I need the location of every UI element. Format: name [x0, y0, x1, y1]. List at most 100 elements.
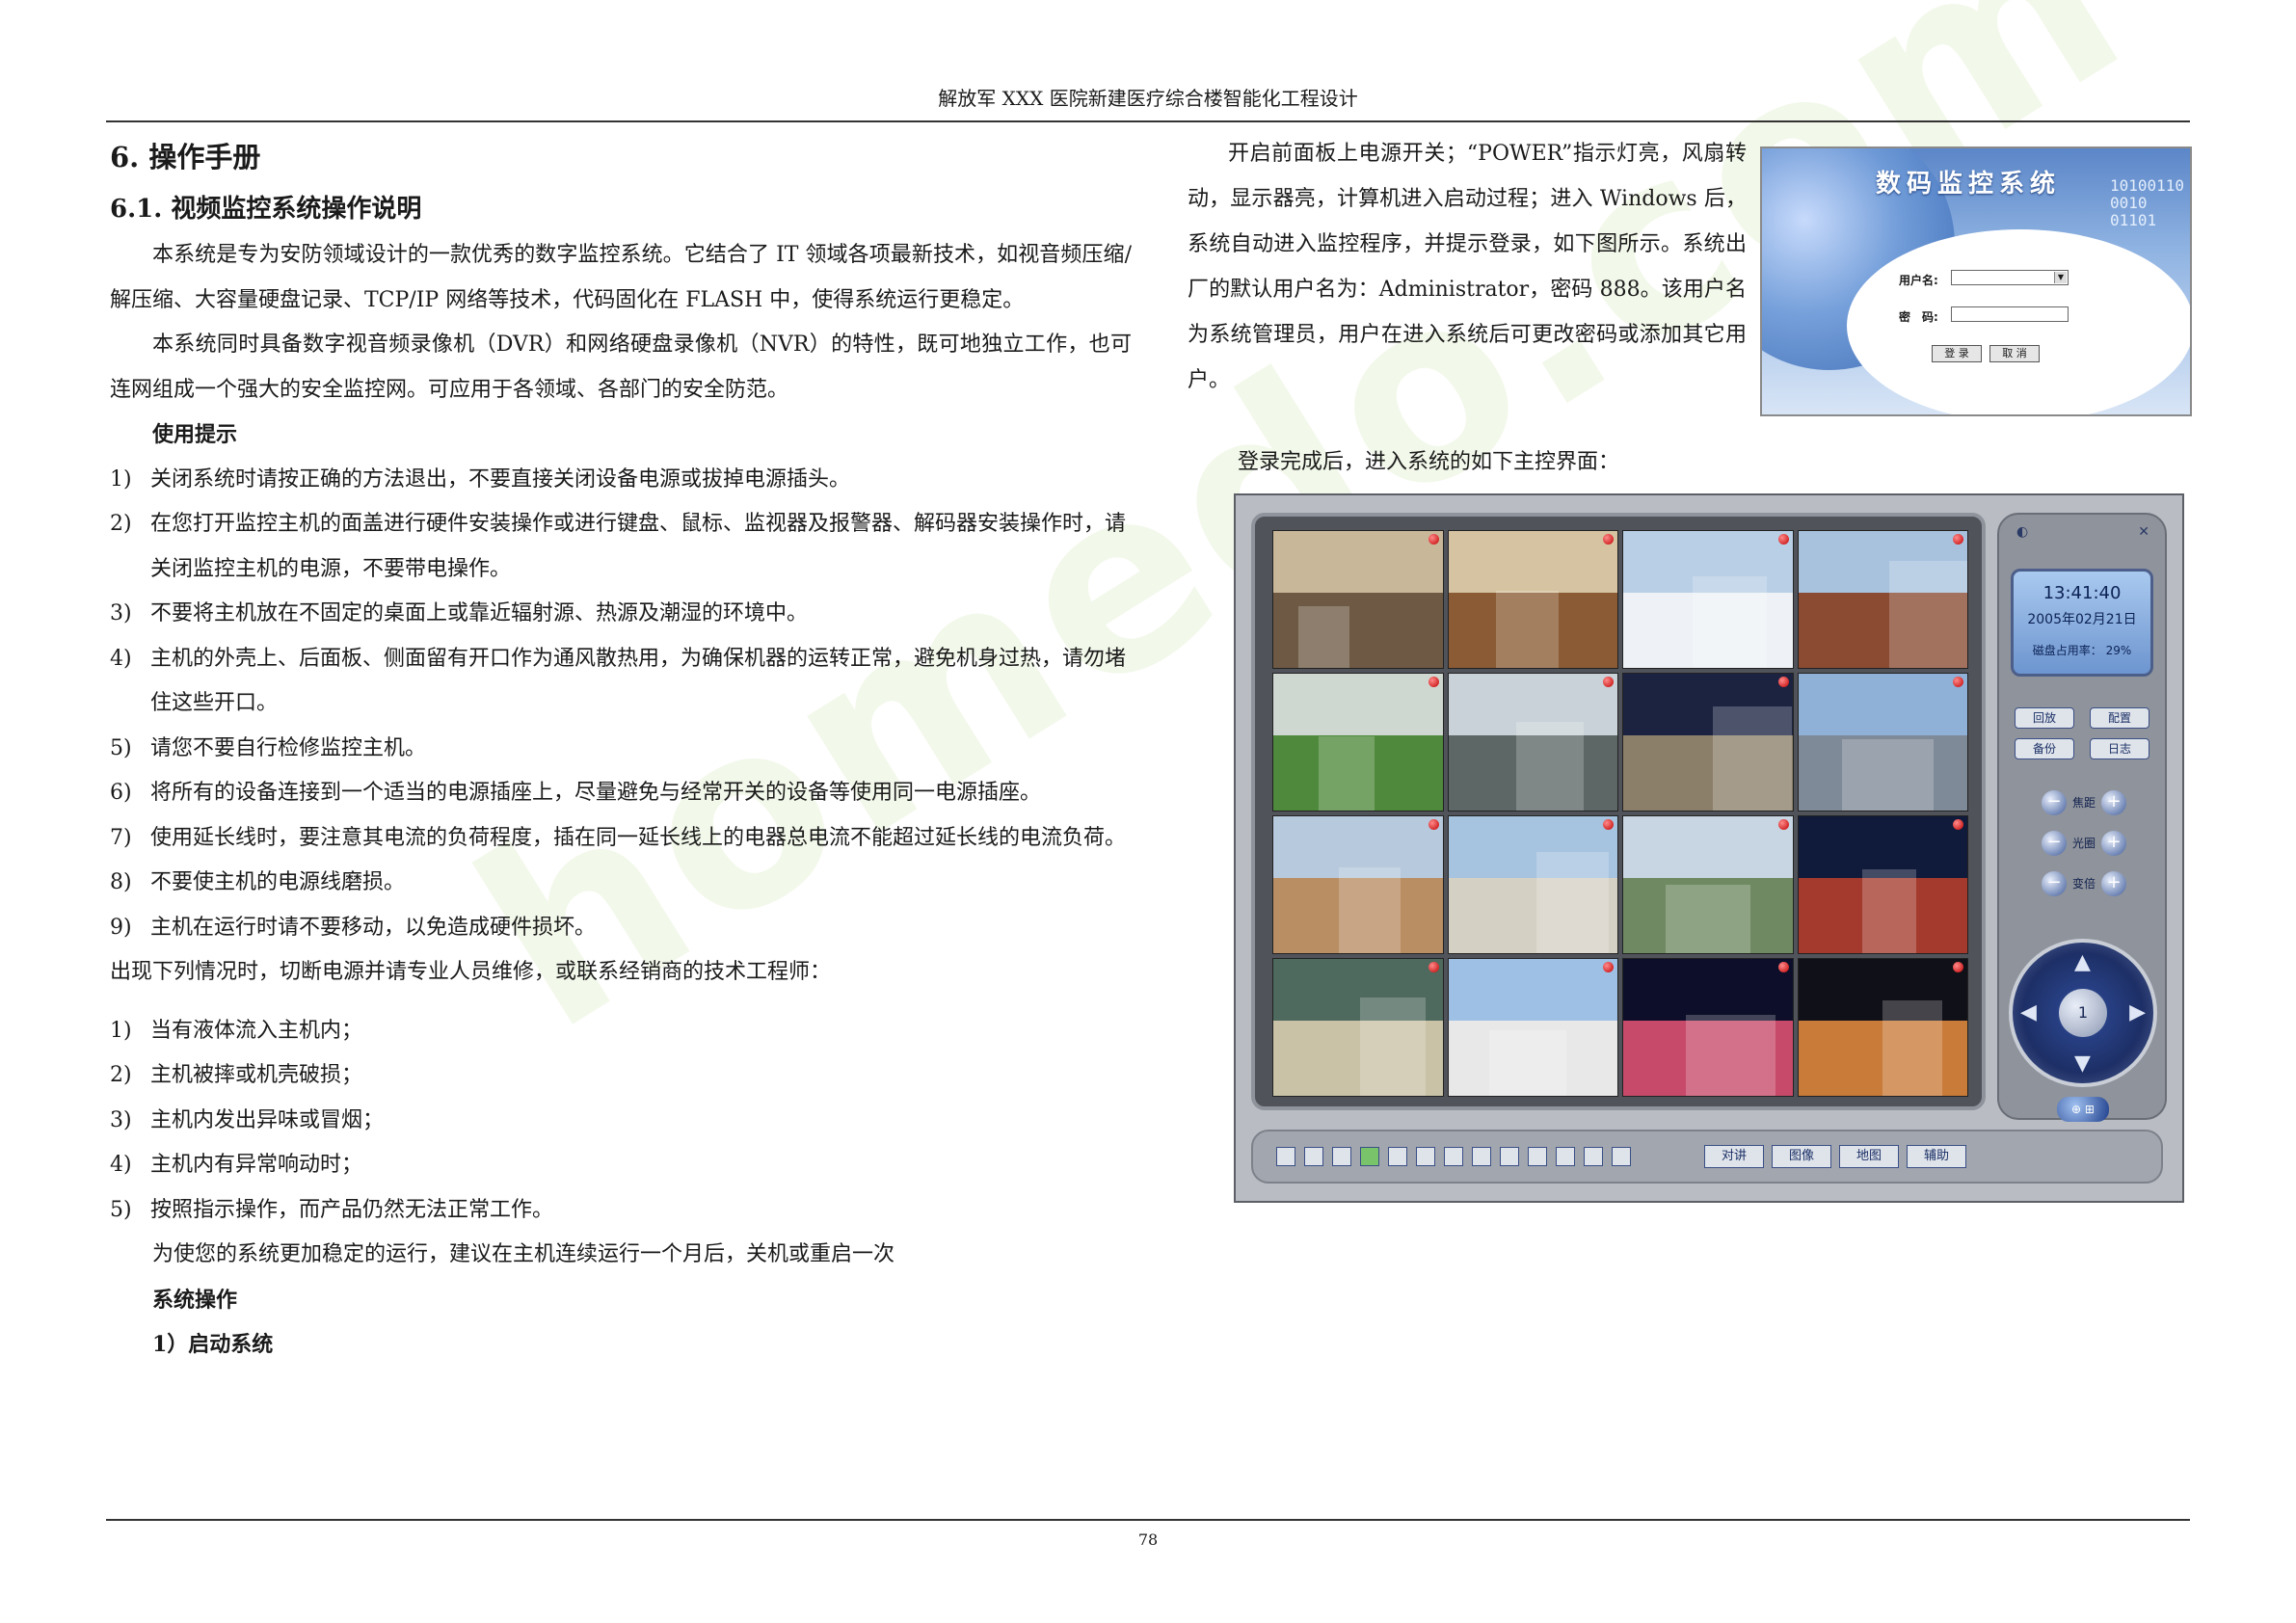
camera-view[interactable]: [1272, 530, 1444, 669]
camera-view[interactable]: [1797, 958, 1968, 1097]
list-number: 5): [110, 735, 132, 760]
backup-button[interactable]: 备份: [2015, 738, 2074, 759]
list-number: 4): [110, 1153, 132, 1177]
record-indicator-icon: [1603, 819, 1614, 830]
camera-scene: [1273, 674, 1443, 735]
camera-view[interactable]: [1447, 530, 1618, 669]
layout-grid-icon[interactable]: [1416, 1147, 1435, 1166]
layout-grid-icon[interactable]: [1528, 1147, 1547, 1166]
arrow-left-icon[interactable]: ◀: [2020, 1000, 2037, 1024]
list-text: 关闭系统时请按正确的方法退出，不要直接关闭设备电源或拔掉电源插头。: [150, 466, 851, 492]
image-button[interactable]: 图像: [1772, 1145, 1831, 1168]
zoom-minus-button[interactable]: −: [2042, 871, 2067, 896]
list-number: 1): [110, 466, 132, 492]
map-button[interactable]: 地图: [1839, 1145, 1899, 1168]
arrow-down-icon[interactable]: ▼: [2074, 1051, 2091, 1076]
list-text: 按照指示操作，而产品仍然无法正常工作。: [150, 1197, 554, 1222]
camera-view[interactable]: [1797, 673, 1968, 812]
list-number: 6): [110, 781, 132, 805]
clock-time: 13:41:40: [2042, 583, 2122, 603]
camera-view[interactable]: [1447, 815, 1618, 954]
iris-minus-button[interactable]: −: [2042, 831, 2067, 856]
list-number: 1): [110, 1018, 132, 1043]
username-select[interactable]: ▼: [1951, 270, 2069, 285]
layout-grid-icon[interactable]: [1584, 1147, 1603, 1166]
list-number: 4): [110, 646, 132, 671]
record-indicator-icon: [1953, 677, 1963, 687]
layout-grid-icon[interactable]: [1500, 1147, 1519, 1166]
record-indicator-icon: [1428, 819, 1439, 830]
list-text: 将所有的设备连接到一个适当的电源插座上，尽量避免与经常开关的设备等使用同一电源插…: [150, 781, 1042, 805]
intro-paragraph-2: 本系统同时具备数字视音频录像机（DVR）和网络硬盘录像机（NVR）的特性，既可地…: [110, 333, 1132, 402]
list-text: 在您打开监控主机的面盖进行硬件安装操作或进行键盘、鼠标、监视器及报警器、解码器安…: [150, 512, 1127, 581]
list-number: 5): [110, 1197, 132, 1222]
intro-paragraph-1: 本系统是专为安防领域设计的一款优秀的数字监控系统。它结合了 IT 领域各项最新技…: [110, 243, 1132, 312]
talk-button[interactable]: 对讲: [1704, 1145, 1764, 1168]
tips-list: 1) 关闭系统时请按正确的方法退出，不要直接关闭设备电源或拔掉电源插头。 2) 在您打…: [110, 458, 1132, 951]
record-indicator-icon: [1428, 534, 1439, 545]
arrow-up-icon[interactable]: ▲: [2074, 950, 2091, 974]
camera-scene: [1273, 531, 1443, 593]
aux-button[interactable]: 辅助: [1907, 1145, 1966, 1168]
focus-minus-button[interactable]: −: [2042, 790, 2067, 815]
camera-view[interactable]: [1272, 673, 1444, 812]
list-item: 4) 主机的外壳上、后面板、侧面留有开口作为通风散热用，为确保机器的运转正常，避免…: [110, 637, 1132, 727]
layout-grid-icon[interactable]: [1360, 1147, 1379, 1166]
focus-plus-button[interactable]: +: [2101, 790, 2126, 815]
layout-grid-icon[interactable]: [1556, 1147, 1575, 1166]
camera-scene: [1515, 721, 1584, 811]
password-field[interactable]: [1951, 306, 2069, 322]
record-indicator-icon: [1777, 819, 1789, 830]
list-item: 2) 主机被摔或机壳破损；: [110, 1053, 1132, 1099]
joystick-center-button[interactable]: 1: [2059, 989, 2107, 1037]
speaker-icon[interactable]: ◐: [2016, 524, 2028, 540]
layout-grid-icon[interactable]: [1304, 1147, 1323, 1166]
camera-scene: [1713, 706, 1793, 811]
camera-view[interactable]: [1622, 530, 1794, 669]
camera-scene: [1798, 674, 1967, 735]
record-indicator-icon: [1603, 677, 1614, 687]
layout-grid-icon[interactable]: [1612, 1147, 1631, 1166]
camera-scene: [1359, 997, 1426, 1096]
list-item: 1) 当有液体流入主机内；: [110, 1009, 1132, 1054]
camera-view[interactable]: [1797, 530, 1968, 669]
repair-intro: 出现下列情况时，切断电源并请专业人员维修，或联系经销商的技术工程师：: [110, 960, 832, 984]
layout-grid-icon[interactable]: [1332, 1147, 1351, 1166]
dropdown-arrow-icon[interactable]: ▼: [2054, 272, 2067, 283]
log-button[interactable]: 日志: [2090, 738, 2149, 759]
camera-view[interactable]: [1272, 815, 1444, 954]
config-button[interactable]: 配置: [2090, 707, 2149, 729]
login-button[interactable]: 登 录: [1932, 345, 1982, 362]
list-text: 请您不要自行检修监控主机。: [150, 735, 427, 760]
ptz-joystick[interactable]: ▲ ▼ ◀ ▶ 1: [2009, 939, 2157, 1087]
camera-view[interactable]: [1447, 673, 1618, 812]
list-number: 2): [110, 512, 132, 536]
camera-view[interactable]: [1622, 673, 1794, 812]
camera-view[interactable]: [1622, 815, 1794, 954]
layout-grid-icon[interactable]: [1388, 1147, 1407, 1166]
zoom-plus-button[interactable]: +: [2101, 871, 2126, 896]
password-label: 密 码:: [1899, 310, 1938, 324]
username-label: 用户名:: [1899, 274, 1938, 287]
camera-view[interactable]: [1797, 815, 1968, 954]
page-number: 78: [1137, 1530, 1159, 1549]
main-console-figure: ◐ ✕ 13:41:40 2005年02月21日 磁盘占用率： 29% 回放 配…: [1234, 493, 2184, 1203]
layout-grid-icon[interactable]: [1444, 1147, 1463, 1166]
control-panel: ◐ ✕ 13:41:40 2005年02月21日 磁盘占用率： 29% 回放 配…: [1997, 513, 2167, 1122]
playback-button[interactable]: 回放: [2015, 707, 2074, 729]
preset-button[interactable]: ⊕ ⊞: [2057, 1097, 2109, 1122]
arrow-right-icon[interactable]: ▶: [2129, 1000, 2146, 1024]
camera-view[interactable]: [1272, 958, 1444, 1097]
layout-grid-icon[interactable]: [1472, 1147, 1491, 1166]
camera-view[interactable]: [1447, 958, 1618, 1097]
camera-scene: [1339, 866, 1401, 953]
list-number: 8): [110, 870, 132, 894]
iris-plus-button[interactable]: +: [2101, 831, 2126, 856]
camera-view[interactable]: [1622, 958, 1794, 1097]
camera-scene: [1842, 739, 1934, 811]
layout-grid-icon[interactable]: [1276, 1147, 1295, 1166]
camera-scene: [1665, 885, 1750, 953]
record-indicator-icon: [1603, 534, 1614, 545]
close-icon[interactable]: ✕: [2138, 524, 2149, 540]
cancel-button[interactable]: 取 消: [1989, 345, 2040, 362]
